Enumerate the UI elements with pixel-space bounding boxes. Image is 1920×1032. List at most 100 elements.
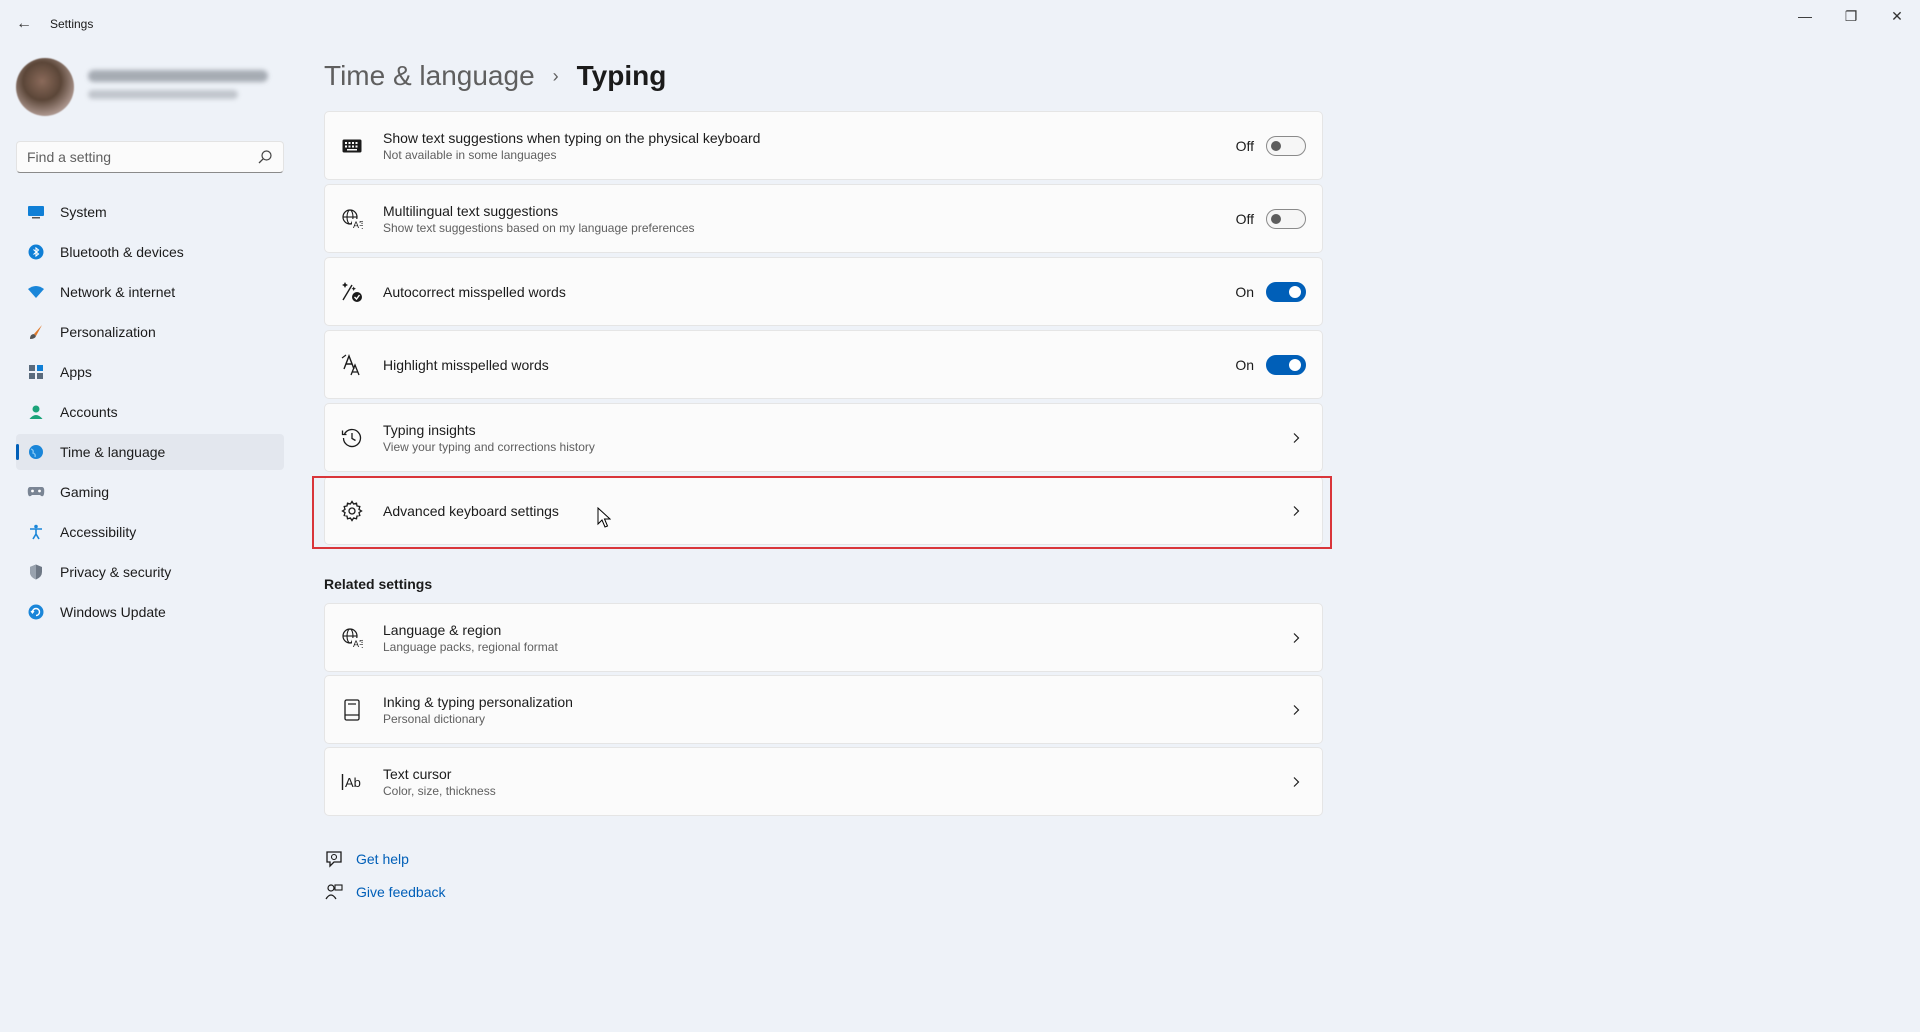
chevron-right-icon	[1293, 776, 1300, 787]
feedback-icon	[324, 882, 344, 902]
sidebar-item-label: Accessibility	[60, 524, 137, 540]
page-title: Typing	[576, 60, 667, 91]
gamepad-icon	[26, 482, 46, 502]
accessibility-icon	[26, 522, 46, 542]
avatar	[16, 58, 74, 116]
give-feedback-label: Give feedback	[356, 884, 446, 900]
setting-autocorrect[interactable]: Autocorrect misspelled words On	[324, 257, 1323, 326]
setting-subtitle: Show text suggestions based on my langua…	[383, 220, 695, 235]
highlight-misspelled-toggle[interactable]	[1266, 354, 1306, 375]
minimize-button[interactable]: —	[1782, 4, 1828, 28]
give-feedback-link[interactable]: Give feedback	[324, 882, 446, 902]
sidebar-item-label: Privacy & security	[60, 564, 172, 580]
sidebar-item-gaming[interactable]: Gaming	[16, 474, 284, 510]
setting-subtitle: Personal dictionary	[383, 711, 486, 726]
sidebar-item-system[interactable]: System	[16, 194, 284, 230]
sidebar-item-time-language[interactable]: Time & language	[16, 434, 284, 470]
multilingual-suggestions-toggle[interactable]	[1266, 208, 1306, 229]
bluetooth-icon	[26, 242, 46, 262]
setting-title: Autocorrect misspelled words	[383, 283, 566, 300]
setting-title: Highlight misspelled words	[383, 356, 549, 373]
svg-text:A字: A字	[353, 638, 363, 649]
text-cursor-icon: Ab	[341, 771, 363, 793]
setting-subtitle: Color, size, thickness	[383, 783, 496, 798]
sidebar-item-label: Time & language	[60, 444, 166, 460]
chevron-right-icon	[1293, 505, 1300, 516]
toggle-state-label: Off	[1235, 210, 1254, 227]
related-text-cursor[interactable]: Ab Text cursor Color, size, thickness	[324, 747, 1323, 816]
shield-icon	[26, 562, 46, 582]
setting-text-suggestions[interactable]: Show text suggestions when typing on the…	[324, 111, 1323, 180]
sidebar-nav: System Bluetooth & devices Network & int…	[16, 194, 284, 634]
sidebar-item-windows-update[interactable]: Windows Update	[16, 594, 284, 630]
search-box	[16, 141, 284, 173]
breadcrumb-parent[interactable]: Time & language	[324, 60, 535, 92]
sidebar-item-privacy[interactable]: Privacy & security	[16, 554, 284, 590]
autocorrect-icon	[341, 281, 363, 303]
text-suggestions-toggle[interactable]	[1266, 135, 1306, 156]
setting-title: Show text suggestions when typing on the…	[383, 129, 761, 146]
keyboard-icon	[341, 135, 363, 157]
close-button[interactable]: ✕	[1874, 4, 1920, 28]
setting-typing-insights[interactable]: Typing insights View your typing and cor…	[324, 403, 1323, 472]
related-language-region[interactable]: A字 Language & region Language packs, reg…	[324, 603, 1323, 672]
setting-title: Language & region	[383, 621, 502, 638]
related-settings-heading: Related settings	[324, 576, 433, 592]
toggle-knob	[1271, 140, 1281, 151]
language-icon: A字	[341, 208, 363, 230]
setting-subtitle: Not available in some languages	[383, 147, 557, 162]
chevron-right-icon	[1293, 632, 1300, 643]
setting-highlight-misspelled[interactable]: Highlight misspelled words On	[324, 330, 1323, 399]
profile-name-redacted	[88, 70, 268, 82]
sidebar-item-accessibility[interactable]: Accessibility	[16, 514, 284, 550]
sidebar-item-accounts[interactable]: Accounts	[16, 394, 284, 430]
setting-title: Multilingual text suggestions	[383, 202, 559, 219]
title-bar: ← Settings — ❐ ✕	[0, 0, 1920, 48]
sidebar-item-label: Apps	[60, 364, 92, 380]
setting-subtitle: Language packs, regional format	[383, 639, 558, 654]
app-title: Settings	[50, 17, 94, 31]
get-help-label: Get help	[356, 851, 409, 867]
profile-email-redacted	[88, 90, 238, 99]
toggle-state-label: Off	[1235, 137, 1254, 154]
maximize-button[interactable]: ❐	[1828, 4, 1874, 28]
sidebar-item-label: Personalization	[60, 324, 156, 340]
chevron-right-icon	[1293, 432, 1300, 443]
brush-icon	[26, 322, 46, 342]
person-icon	[26, 402, 46, 422]
back-button[interactable]: ←	[12, 12, 36, 36]
setting-subtitle: View your typing and corrections history	[383, 439, 595, 454]
wifi-icon	[26, 282, 46, 302]
history-icon	[341, 427, 363, 449]
sidebar-item-personalization[interactable]: Personalization	[16, 314, 284, 350]
setting-multilingual-suggestions[interactable]: A字 Multilingual text suggestions Show te…	[324, 184, 1323, 253]
autocorrect-toggle[interactable]	[1266, 281, 1306, 302]
search-icon[interactable]	[257, 149, 273, 165]
get-help-link[interactable]: Get help	[324, 849, 409, 869]
setting-title: Text cursor	[383, 765, 452, 782]
sidebar-item-label: Network & internet	[60, 284, 176, 300]
update-icon	[26, 602, 46, 622]
spellcheck-icon	[341, 353, 363, 376]
search-input[interactable]	[27, 149, 247, 165]
breadcrumb: Time & language › Typing	[324, 56, 666, 96]
toggle-knob	[1289, 358, 1301, 371]
sidebar-item-label: Gaming	[60, 484, 110, 500]
chevron-right-icon	[1293, 704, 1300, 715]
dictionary-icon	[341, 698, 363, 721]
setting-title: Advanced keyboard settings	[383, 502, 559, 519]
sidebar-item-bluetooth[interactable]: Bluetooth & devices	[16, 234, 284, 270]
svg-text:A字: A字	[353, 219, 363, 230]
toggle-state-label: On	[1235, 356, 1254, 373]
sidebar-item-label: System	[60, 204, 107, 220]
user-profile[interactable]	[16, 58, 286, 120]
toggle-knob	[1289, 285, 1301, 298]
setting-title: Typing insights	[383, 421, 476, 438]
toggle-state-label: On	[1235, 283, 1254, 300]
svg-text:Ab: Ab	[345, 775, 361, 790]
sidebar-item-network[interactable]: Network & internet	[16, 274, 284, 310]
gear-icon	[341, 499, 363, 522]
related-inking-typing[interactable]: Inking & typing personalization Personal…	[324, 675, 1323, 744]
sidebar-item-apps[interactable]: Apps	[16, 354, 284, 390]
setting-advanced-keyboard[interactable]: Advanced keyboard settings	[324, 476, 1323, 545]
